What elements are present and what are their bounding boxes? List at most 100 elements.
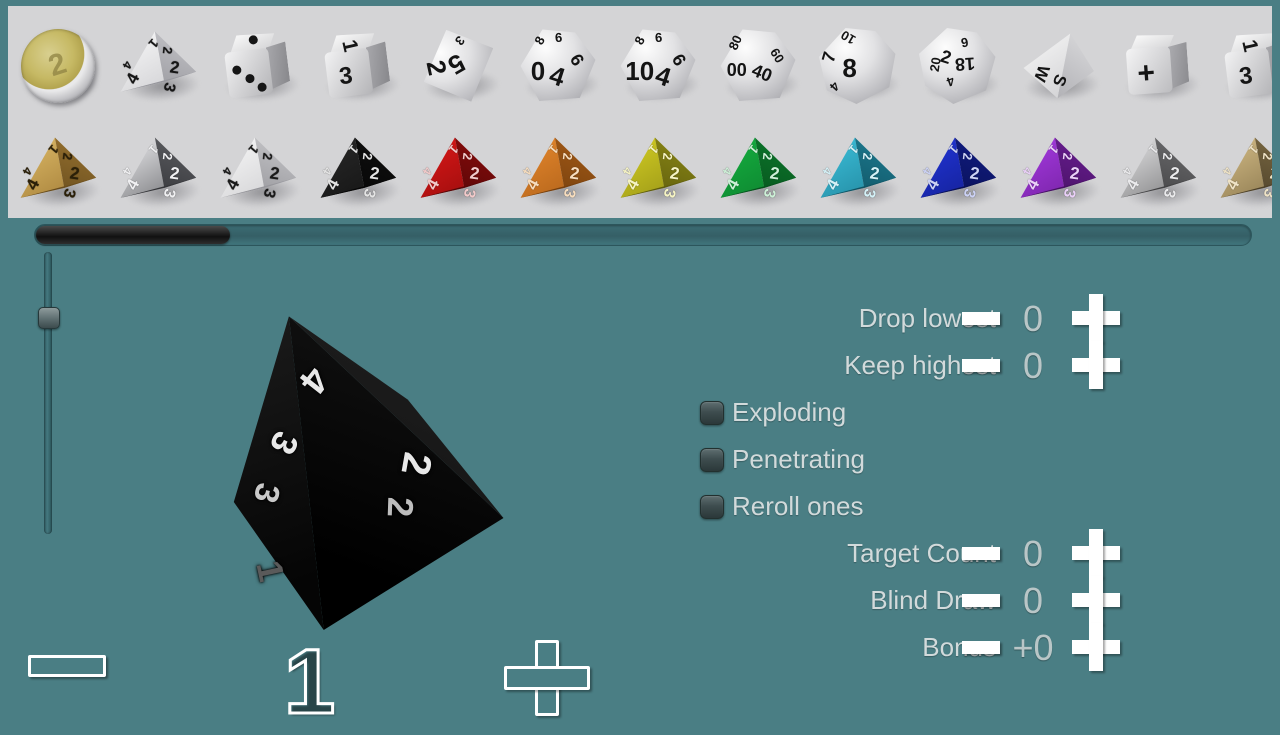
option-row-bonus[interactable]: Bonus +0 bbox=[690, 623, 1160, 671]
die-option-d6[interactable]: 1 3 bbox=[308, 16, 408, 116]
option-row-blind-draw[interactable]: Blind Draw 0 bbox=[690, 576, 1160, 624]
option-label-reroll-ones: Reroll ones bbox=[732, 490, 864, 521]
die-option-d10-ten[interactable]: 10 4 6 8 9 bbox=[608, 16, 708, 116]
increase-drop-lowest-button[interactable] bbox=[1072, 294, 1120, 342]
increase-die-count-button[interactable] bbox=[504, 640, 590, 716]
die-option-d4-marble[interactable]: 122443 bbox=[1108, 124, 1208, 218]
value-keep-highest: 0 bbox=[1022, 345, 1044, 386]
slider-track[interactable] bbox=[44, 252, 52, 534]
d4-blue-icon: 122443 bbox=[919, 136, 997, 208]
d100-icon: 00 40 60 80 bbox=[719, 28, 797, 104]
die-option-d4-red[interactable]: 122443 bbox=[408, 124, 508, 218]
fudge-die-icon: + bbox=[1125, 32, 1191, 100]
d4-wood-icon: 122443 bbox=[1219, 136, 1272, 208]
value-drop-lowest: 0 bbox=[1022, 298, 1044, 339]
option-row-drop-lowest[interactable]: Drop lowest 0 bbox=[690, 294, 1160, 342]
decrease-blind-draw-button[interactable] bbox=[962, 594, 1000, 607]
roll-options-panel: Drop lowest 0 Keep highest 0 Exploding Penetr… bbox=[690, 294, 1160, 671]
increase-bonus-button[interactable] bbox=[1072, 623, 1120, 671]
toggle-penetrating[interactable] bbox=[700, 448, 724, 472]
die-option-d4-orange[interactable]: 122443 bbox=[508, 124, 608, 218]
d12-icon: 8 7 4 10 bbox=[818, 27, 897, 104]
die-option-d4-green[interactable]: 122443 bbox=[708, 124, 808, 218]
die-option-d4-black[interactable]: 122443 bbox=[308, 124, 408, 218]
die-option-d4-blue[interactable]: 122443 bbox=[908, 124, 1008, 218]
plus-vertical-bar bbox=[1089, 576, 1103, 624]
option-row-reroll-ones[interactable]: Reroll ones bbox=[690, 484, 1160, 528]
die-option-d4-yellow[interactable]: 122443 bbox=[608, 124, 708, 218]
option-row-target-count[interactable]: Target Count 0 bbox=[690, 529, 1160, 577]
d10-ten-icon: 10 4 6 8 9 bbox=[619, 28, 697, 104]
d6-pips-icon bbox=[222, 29, 294, 102]
toggle-reroll-ones[interactable] bbox=[700, 495, 724, 519]
d4-black-icon: 122443 bbox=[319, 136, 397, 208]
d6-end-icon: 1 3 bbox=[1222, 29, 1272, 102]
option-row-penetrating[interactable]: Penetrating bbox=[690, 437, 1160, 481]
coin-icon bbox=[21, 29, 95, 103]
decrease-drop-lowest-button[interactable] bbox=[962, 312, 1000, 325]
decrease-die-count-button[interactable] bbox=[28, 655, 106, 677]
die-option-d4-purple[interactable]: 122443 bbox=[1008, 124, 1108, 218]
die-option-d4-chrome[interactable]: 122443 bbox=[108, 124, 208, 218]
die-option-d6-pips[interactable] bbox=[208, 16, 308, 116]
d20-icon: 2 18 20 4 9 bbox=[919, 28, 997, 104]
d10-icon: 0 4 6 8 9 bbox=[519, 28, 597, 104]
decrease-target-count-button[interactable] bbox=[962, 547, 1000, 560]
d4-white-icon: 122443 bbox=[219, 136, 297, 208]
d4-gold-icon: 122443 bbox=[19, 136, 97, 208]
die-option-coin[interactable] bbox=[8, 16, 108, 116]
tray-scrollbar-thumb[interactable] bbox=[36, 226, 230, 244]
die-option-d8[interactable]: 2 5 3 bbox=[408, 16, 508, 116]
option-row-exploding[interactable]: Exploding bbox=[690, 390, 1160, 434]
d4-yellow-icon: 122443 bbox=[619, 136, 697, 208]
die-option-d4-white[interactable]: 122443 bbox=[208, 124, 308, 218]
die-option-d12[interactable]: 8 7 4 10 bbox=[808, 16, 908, 116]
option-label-penetrating: Penetrating bbox=[732, 443, 865, 474]
die-option-d4[interactable]: 12 24 43 bbox=[108, 16, 208, 116]
die-option-d100[interactable]: 00 40 60 80 bbox=[708, 16, 808, 116]
value-blind-draw: 0 bbox=[1022, 580, 1044, 621]
option-label-exploding: Exploding bbox=[732, 396, 847, 427]
decrease-keep-highest-button[interactable] bbox=[962, 359, 1000, 372]
value-bonus: +0 bbox=[1012, 627, 1054, 668]
die-option-d6-end[interactable]: 1 3 bbox=[1208, 16, 1272, 116]
direction-die-icon: W S bbox=[1018, 27, 1099, 104]
plus-vertical-bar bbox=[1089, 294, 1103, 342]
dice-tray[interactable]: 12 24 43 bbox=[0, 0, 1280, 222]
die-option-d4-wood[interactable]: 122443 bbox=[1208, 124, 1272, 218]
toggle-exploding[interactable] bbox=[700, 401, 724, 425]
fudge-face-value: + bbox=[1136, 56, 1157, 91]
dice-tray-row-bottom[interactable]: 122443 122443 122443 122443 122443 122443 1224… bbox=[8, 122, 1272, 218]
dice-tray-row-top[interactable]: 12 24 43 bbox=[8, 12, 1272, 120]
d4-green-icon: 122443 bbox=[719, 136, 797, 208]
d4-chrome-icon: 122443 bbox=[119, 136, 197, 208]
increase-target-count-button[interactable] bbox=[1072, 529, 1120, 577]
main-die-preview[interactable]: 4 3 3 2 2 1 bbox=[228, 310, 518, 630]
main-die-number: 1 bbox=[248, 557, 293, 586]
die-size-slider[interactable] bbox=[38, 252, 60, 534]
plus-center-patch bbox=[538, 669, 556, 687]
die-option-d4-cyan[interactable]: 122443 bbox=[808, 124, 908, 218]
value-target-count: 0 bbox=[1022, 533, 1044, 574]
d4-icon: 12 24 43 bbox=[119, 30, 197, 102]
d8-icon: 2 5 3 bbox=[409, 18, 507, 114]
slider-handle[interactable] bbox=[38, 307, 60, 329]
die-option-d20[interactable]: 2 18 20 4 9 bbox=[908, 16, 1008, 116]
d6-icon: 1 3 bbox=[322, 29, 394, 102]
plus-vertical-bar bbox=[1089, 623, 1103, 671]
d4-orange-icon: 122443 bbox=[519, 136, 597, 208]
die-option-d4-gold[interactable]: 122443 bbox=[8, 124, 108, 218]
dice-tray-inner[interactable]: 12 24 43 bbox=[8, 6, 1272, 218]
d4-red-icon: 122443 bbox=[419, 136, 497, 208]
die-option-d10[interactable]: 0 4 6 8 9 bbox=[508, 16, 608, 116]
die-option-direction[interactable]: W S bbox=[1008, 16, 1108, 116]
plus-vertical-bar bbox=[1089, 341, 1103, 389]
increase-keep-highest-button[interactable] bbox=[1072, 341, 1120, 389]
decrease-bonus-button[interactable] bbox=[962, 641, 1000, 654]
d4-cyan-icon: 122443 bbox=[819, 136, 897, 208]
tray-horizontal-scrollbar[interactable] bbox=[34, 224, 1252, 246]
d4-purple-icon: 122443 bbox=[1019, 136, 1097, 208]
increase-blind-draw-button[interactable] bbox=[1072, 576, 1120, 624]
option-row-keep-highest[interactable]: Keep highest 0 bbox=[690, 341, 1160, 389]
die-option-fudge[interactable]: + bbox=[1108, 16, 1208, 116]
